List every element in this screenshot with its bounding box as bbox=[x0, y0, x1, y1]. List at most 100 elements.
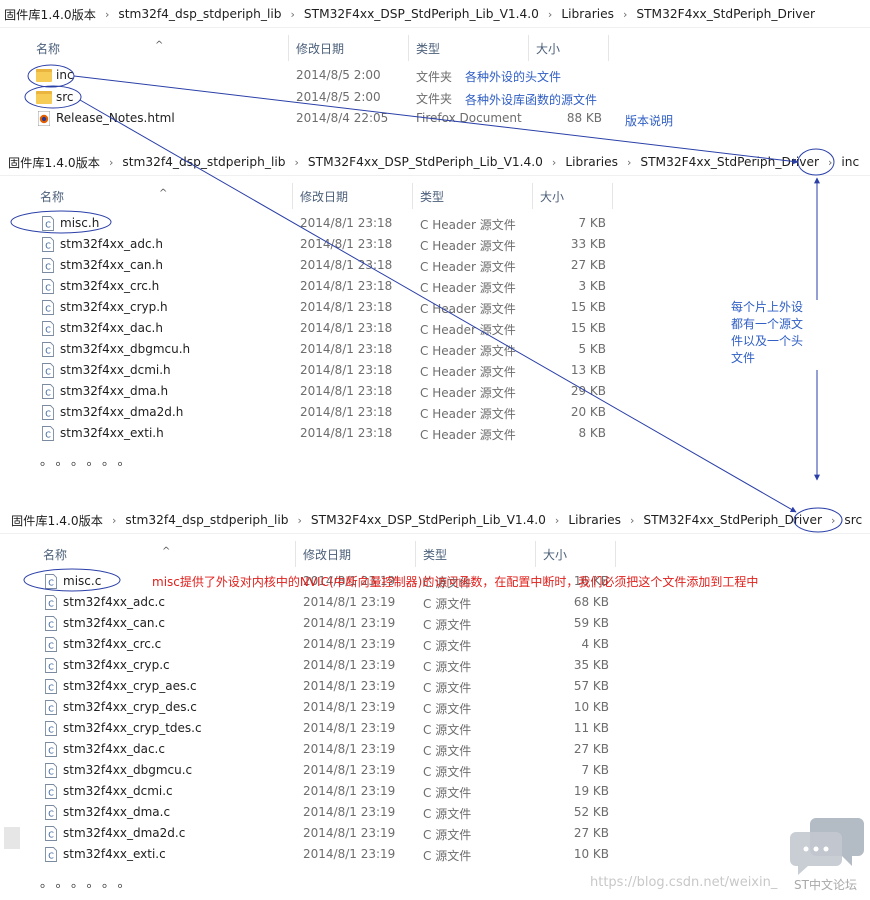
file-row[interactable]: Cstm32f4xx_dma2d.c 2014/8/1 23:19 C 源文件 27 … bbox=[0, 823, 620, 844]
column-type[interactable]: 类型 bbox=[416, 40, 440, 57]
file-row[interactable]: Cstm32f4xx_cryp_aes.c 2014/8/1 23:19 C 源文件… bbox=[0, 676, 620, 697]
file-size: 15 KB bbox=[570, 321, 606, 335]
file-type: 文件夹 bbox=[416, 92, 453, 106]
column-type[interactable]: 类型 bbox=[420, 188, 444, 205]
column-divider bbox=[412, 183, 413, 209]
file-type: C 源文件 bbox=[423, 639, 472, 653]
file-row[interactable]: Cstm32f4xx_cryp.h 2014/8/1 23:18 C Header … bbox=[0, 297, 620, 318]
crumb-dsp-lib[interactable]: stm32f4_dsp_stdperiph_lib bbox=[121, 513, 292, 527]
file-row[interactable]: Cstm32f4xx_dac.h 2014/8/1 23:18 C Header 源… bbox=[0, 318, 620, 339]
file-name: stm32f4xx_dcmi.c bbox=[63, 784, 173, 798]
column-date[interactable]: 修改日期 bbox=[300, 188, 348, 205]
column-type[interactable]: 类型 bbox=[423, 546, 447, 563]
crumb-lib-version[interactable]: STM32F4xx_DSP_StdPeriph_Lib_V1.4.0 bbox=[307, 513, 550, 527]
file-name: stm32f4xx_can.h bbox=[60, 258, 163, 272]
crumb-firmware[interactable]: 固件库1.4.0版本 bbox=[7, 511, 107, 529]
file-row[interactable]: Cstm32f4xx_can.h 2014/8/1 23:18 C Header 源… bbox=[0, 255, 620, 276]
crumb-lib-version[interactable]: STM32F4xx_DSP_StdPeriph_Lib_V1.4.0 bbox=[300, 7, 543, 21]
file-date: 2014/8/5 2:00 bbox=[296, 90, 381, 104]
crumb-firmware[interactable]: 固件库1.4.0版本 bbox=[0, 5, 100, 23]
c-source-file-icon: C bbox=[45, 574, 57, 589]
crumb-lib-version[interactable]: STM32F4xx_DSP_StdPeriph_Lib_V1.4.0 bbox=[304, 155, 547, 169]
file-row[interactable]: Cstm32f4xx_cryp_tdes.c 2014/8/1 23:19 C 源文… bbox=[0, 718, 620, 739]
file-row[interactable]: Cstm32f4xx_dbgmcu.h 2014/8/1 23:18 C Heade… bbox=[0, 339, 620, 360]
scroll-thumb[interactable] bbox=[4, 827, 20, 849]
file-date: 2014/8/1 23:19 bbox=[303, 805, 396, 819]
column-date[interactable]: 修改日期 bbox=[296, 40, 344, 57]
file-size: 20 KB bbox=[570, 405, 606, 419]
divider bbox=[0, 533, 870, 534]
svg-text:C: C bbox=[48, 768, 54, 777]
chevron-right-icon: › bbox=[827, 155, 833, 169]
file-date: 2014/8/1 23:19 bbox=[303, 637, 396, 651]
file-date: 2014/8/1 23:19 bbox=[303, 763, 396, 777]
file-date: 2014/8/1 23:18 bbox=[300, 342, 393, 356]
file-row[interactable]: Cmisc.h 2014/8/1 23:18 C Header 源文件 7 KB bbox=[0, 213, 620, 234]
crumb-libraries[interactable]: Libraries bbox=[557, 7, 618, 21]
file-row[interactable]: Cstm32f4xx_dac.c 2014/8/1 23:19 C 源文件 27 KB bbox=[0, 739, 620, 760]
file-row[interactable]: Cstm32f4xx_dcmi.c 2014/8/1 23:19 C 源文件 19 K… bbox=[0, 781, 620, 802]
file-row[interactable]: Cstm32f4xx_exti.h 2014/8/1 23:18 C Header … bbox=[0, 423, 620, 444]
svg-text:C: C bbox=[48, 600, 54, 609]
crumb-src[interactable]: src bbox=[840, 513, 866, 527]
file-size: 8 KB bbox=[578, 426, 606, 440]
file-row[interactable]: Cstm32f4xx_cryp.c 2014/8/1 23:19 C 源文件 35 K… bbox=[0, 655, 620, 676]
file-date: 2014/8/4 22:05 bbox=[296, 111, 389, 125]
sort-ascending-icon: ^ bbox=[155, 40, 164, 51]
svg-text:C: C bbox=[45, 284, 51, 293]
chevron-right-icon: › bbox=[629, 513, 635, 527]
file-row[interactable]: Cstm32f4xx_dma.c 2014/8/1 23:19 C 源文件 52 KB bbox=[0, 802, 620, 823]
column-name[interactable]: 名称 bbox=[40, 188, 64, 205]
svg-text:C: C bbox=[45, 410, 51, 419]
column-date[interactable]: 修改日期 bbox=[303, 546, 351, 563]
crumb-dsp-lib[interactable]: stm32f4_dsp_stdperiph_lib bbox=[118, 155, 289, 169]
file-row[interactable]: Cstm32f4xx_crc.c 2014/8/1 23:19 C 源文件 4 KB bbox=[0, 634, 620, 655]
c-source-file-icon: C bbox=[45, 847, 57, 862]
column-size[interactable]: 大小 bbox=[536, 40, 560, 57]
c-header-file-icon: C bbox=[42, 384, 54, 399]
chevron-right-icon: › bbox=[294, 155, 299, 169]
crumb-libraries[interactable]: Libraries bbox=[564, 513, 625, 527]
column-divider bbox=[608, 35, 609, 61]
file-size: 27 KB bbox=[573, 826, 609, 840]
crumb-driver[interactable]: STM32F4xx_StdPeriph_Driver bbox=[632, 7, 819, 21]
crumb-firmware[interactable]: 固件库1.4.0版本 bbox=[4, 153, 104, 171]
file-name: stm32f4xx_cryp.c bbox=[63, 658, 170, 672]
column-header-row: 名称 ^ 修改日期 类型 大小 bbox=[0, 541, 616, 567]
file-type: C Header 源文件 bbox=[420, 239, 516, 253]
file-row[interactable]: Cstm32f4xx_adc.h 2014/8/1 23:18 C Header 源… bbox=[0, 234, 620, 255]
file-type: C Header 源文件 bbox=[420, 407, 516, 421]
file-row[interactable]: Cstm32f4xx_dcmi.h 2014/8/1 23:18 C Header … bbox=[0, 360, 620, 381]
file-row[interactable]: Cstm32f4xx_cryp_des.c 2014/8/1 23:19 C 源文件… bbox=[0, 697, 620, 718]
crumb-driver[interactable]: STM32F4xx_StdPeriph_Driver bbox=[636, 155, 823, 169]
crumb-inc[interactable]: inc bbox=[837, 155, 863, 169]
crumb-driver[interactable]: STM32F4xx_StdPeriph_Driver bbox=[639, 513, 826, 527]
column-name[interactable]: 名称 bbox=[43, 546, 67, 563]
column-size[interactable]: 大小 bbox=[543, 546, 567, 563]
crumb-libraries[interactable]: Libraries bbox=[561, 155, 622, 169]
crumb-dsp-lib[interactable]: stm32f4_dsp_stdperiph_lib bbox=[114, 7, 285, 21]
file-row[interactable]: Cstm32f4xx_dbgmcu.c 2014/8/1 23:19 C 源文件 7 … bbox=[0, 760, 620, 781]
c-header-file-icon: C bbox=[42, 342, 54, 357]
ellipsis: 。。。。。。 bbox=[40, 454, 140, 469]
file-row[interactable]: Cstm32f4xx_exti.c 2014/8/1 23:19 C 源文件 10 K… bbox=[0, 844, 620, 865]
column-divider bbox=[292, 183, 293, 209]
file-row[interactable]: Cstm32f4xx_dma.h 2014/8/1 23:18 C Header 源… bbox=[0, 381, 620, 402]
chevron-right-icon: › bbox=[830, 513, 836, 527]
file-row[interactable]: Cstm32f4xx_crc.h 2014/8/1 23:18 C Header 源… bbox=[0, 276, 620, 297]
c-source-file-icon: C bbox=[45, 721, 57, 736]
file-row-release-notes[interactable]: Release_Notes.html 2014/8/4 22:05 Firefo… bbox=[0, 108, 620, 129]
file-type: C 源文件 bbox=[423, 744, 472, 758]
file-row[interactable]: Cstm32f4xx_dma2d.h 2014/8/1 23:18 C Header… bbox=[0, 402, 620, 423]
file-size: 13 KB bbox=[570, 363, 606, 377]
file-name: stm32f4xx_dma.c bbox=[63, 805, 171, 819]
c-source-file-icon: C bbox=[45, 784, 57, 799]
c-source-file-icon: C bbox=[45, 805, 57, 820]
file-row[interactable]: Cstm32f4xx_adc.c 2014/8/1 23:19 C 源文件 68 KB bbox=[0, 592, 620, 613]
note-inc: 各种外设的头文件 bbox=[465, 70, 562, 84]
column-header-row: 名称 ^ 修改日期 类型 大小 bbox=[0, 35, 610, 61]
column-size[interactable]: 大小 bbox=[540, 188, 564, 205]
file-row[interactable]: Cstm32f4xx_can.c 2014/8/1 23:19 C 源文件 59 KB bbox=[0, 613, 620, 634]
chevron-right-icon: › bbox=[108, 155, 114, 169]
column-name[interactable]: 名称 bbox=[36, 40, 60, 57]
